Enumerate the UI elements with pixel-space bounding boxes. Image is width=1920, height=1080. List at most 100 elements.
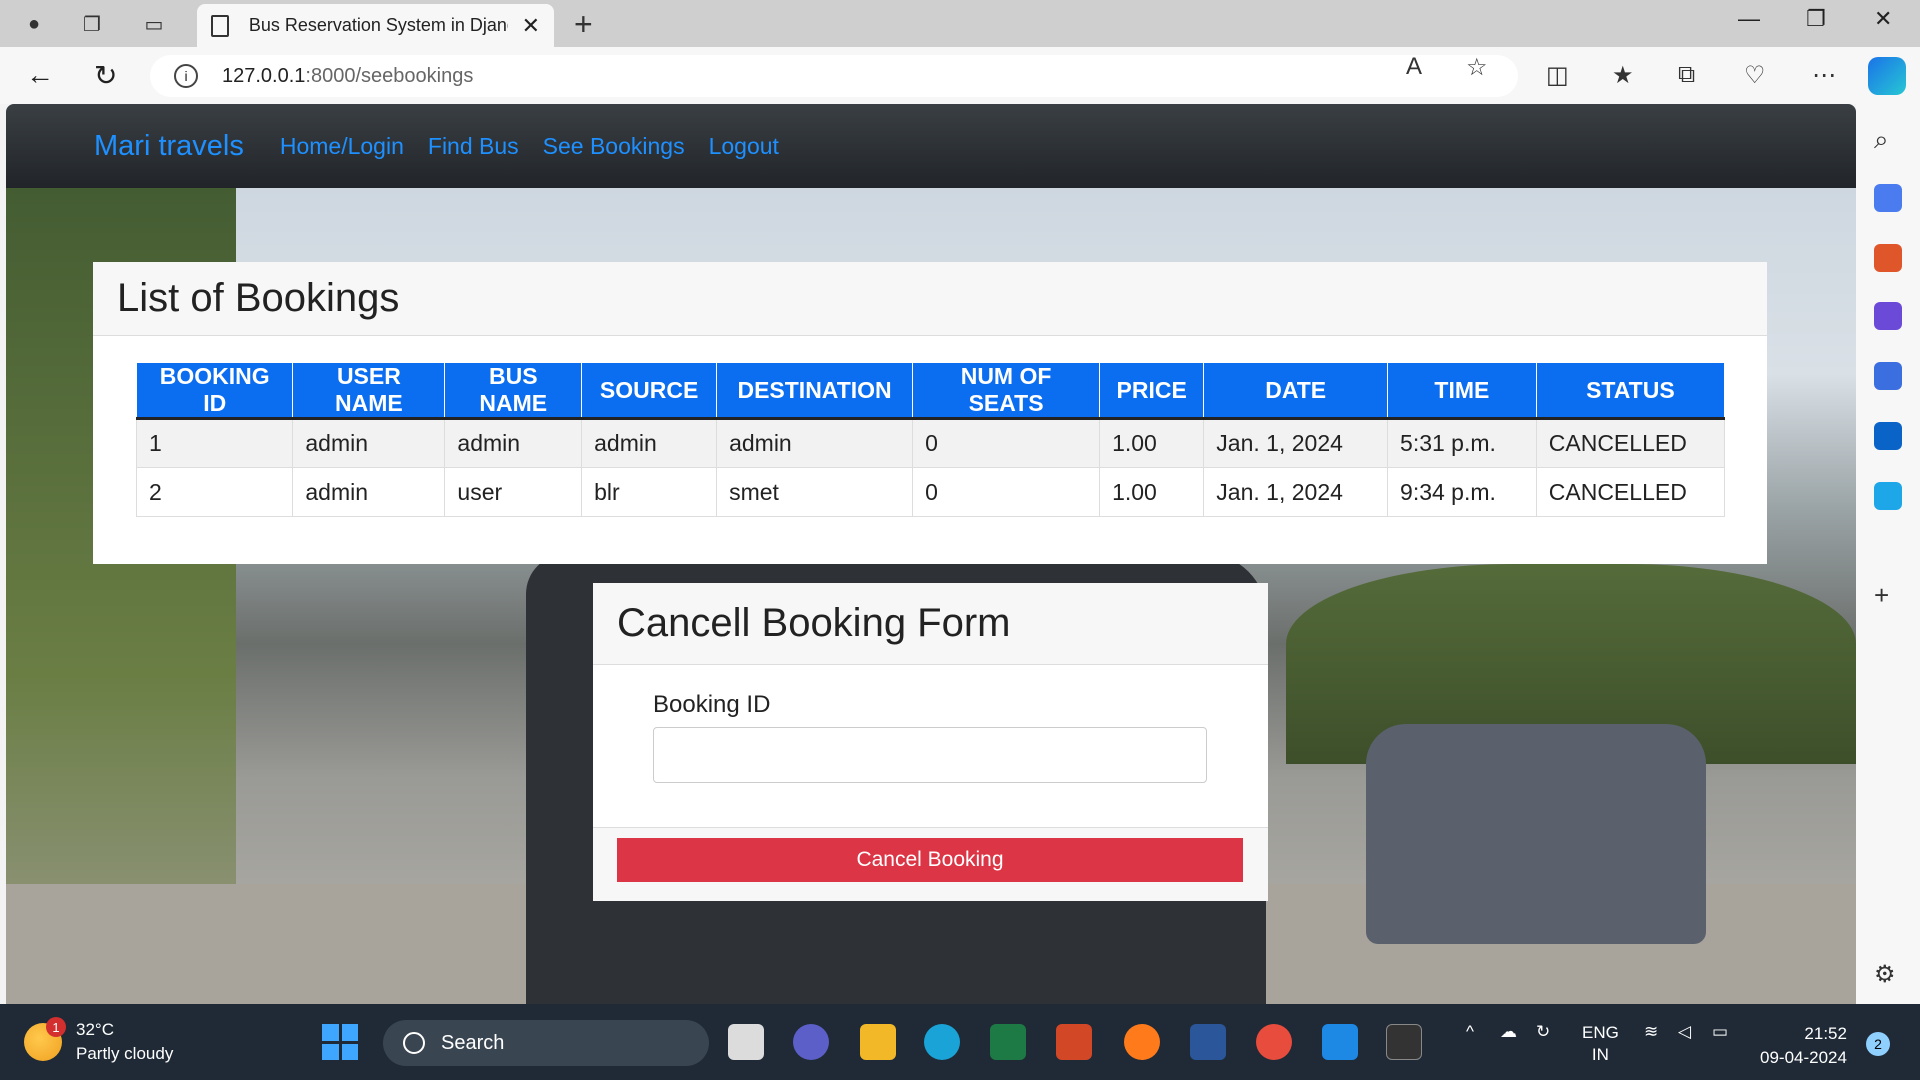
teams-icon[interactable]: [793, 1024, 829, 1060]
cell-date: Jan. 1, 2024: [1203, 467, 1389, 517]
copilot-icon[interactable]: [1868, 57, 1906, 95]
edge-icon[interactable]: [924, 1024, 960, 1060]
search-icon[interactable]: ⌕: [1874, 124, 1902, 154]
workspaces-icon[interactable]: ❐: [76, 8, 108, 40]
refresh-icon[interactable]: ↻: [94, 59, 117, 92]
favorite-star-icon[interactable]: ☆: [1466, 53, 1488, 82]
show-hidden-icons-icon[interactable]: ^: [1466, 1022, 1474, 1042]
firefox-icon[interactable]: [1124, 1024, 1160, 1060]
address-toolbar: ← ↻ i 127.0.0.1:8000/seebookings A ☆ ◫ ★…: [0, 47, 1920, 104]
nav-find-bus[interactable]: Find Bus: [428, 133, 519, 160]
cell-price: 1.00: [1099, 418, 1205, 468]
volume-icon[interactable]: ◁: [1678, 1022, 1691, 1042]
profile-icon[interactable]: ●: [18, 8, 50, 40]
file-explorer-icon[interactable]: [860, 1024, 896, 1060]
search-icon: [403, 1032, 425, 1054]
chrome-icon[interactable]: [1256, 1024, 1292, 1060]
cell-user-name: admin: [292, 418, 446, 468]
column-header: DATE: [1203, 362, 1389, 420]
bookings-card-header: List of Bookings: [93, 262, 1767, 336]
brand-link[interactable]: Mari travels: [94, 130, 244, 163]
split-screen-icon[interactable]: ◫: [1546, 61, 1569, 90]
taskbar-search-label: Search: [441, 1031, 505, 1054]
collections-icon[interactable]: ⧉: [1678, 61, 1695, 89]
browser-sidebar: ⌕ + ⚙: [1856, 104, 1920, 1004]
cell-booking-id: 1: [135, 418, 294, 468]
cell-destination: smet: [716, 467, 914, 517]
language-indicator[interactable]: ENG IN: [1582, 1022, 1619, 1066]
windows-taskbar: 1 32°C Partly cloudy Search ^ ☁ ↻ ENG IN…: [0, 1004, 1920, 1080]
clock-time: 21:52: [1804, 1024, 1847, 1043]
cell-price: 1.00: [1099, 467, 1205, 517]
back-icon[interactable]: ←: [26, 59, 54, 91]
cancel-card-footer: Cancel Booking: [593, 827, 1268, 901]
more-options-icon[interactable]: ⋯: [1812, 61, 1836, 90]
cell-time: 5:31 p.m.: [1387, 418, 1537, 468]
notification-badge[interactable]: 2: [1866, 1032, 1890, 1056]
column-header: SOURCE: [581, 362, 718, 420]
bookings-card: List of Bookings BOOKING ID USER NAME BU…: [93, 262, 1767, 564]
drop-icon[interactable]: [1874, 482, 1902, 510]
tools-icon[interactable]: [1874, 244, 1902, 272]
close-window-icon[interactable]: ✕: [1874, 6, 1892, 32]
site-navbar: Mari travels Home/Login Find Bus See Boo…: [6, 104, 1856, 188]
weather-temp: 32°C: [76, 1020, 114, 1039]
task-view-icon[interactable]: [728, 1024, 764, 1060]
terminal-icon[interactable]: [1386, 1024, 1422, 1060]
table-row: 2 admin user blr smet 0 1.00 Jan. 1, 202…: [135, 467, 1726, 517]
minimize-icon[interactable]: —: [1738, 6, 1760, 32]
outlook-icon[interactable]: [1874, 422, 1902, 450]
browser-essentials-icon[interactable]: ♡: [1744, 61, 1766, 90]
nav-logout[interactable]: Logout: [709, 133, 779, 160]
sidebar-settings-icon[interactable]: ⚙: [1874, 960, 1902, 988]
vscode-icon[interactable]: [1322, 1024, 1358, 1060]
start-icon[interactable]: [322, 1024, 358, 1060]
clock-date: 09-04-2024: [1760, 1048, 1847, 1067]
microsoft-365-icon[interactable]: [1874, 362, 1902, 390]
tab-actions-icon[interactable]: ▭: [138, 8, 170, 40]
shopping-icon[interactable]: [1874, 184, 1902, 212]
weather-icon: 1: [24, 1017, 66, 1061]
cell-status: CANCELLED: [1535, 418, 1726, 468]
excel-icon[interactable]: [990, 1024, 1026, 1060]
read-aloud-icon[interactable]: A: [1406, 53, 1422, 81]
battery-icon[interactable]: ▭: [1712, 1022, 1728, 1042]
taskbar-search[interactable]: Search: [383, 1020, 709, 1066]
column-header: BOOKING ID: [135, 362, 294, 420]
onedrive-icon[interactable]: ☁: [1500, 1022, 1517, 1042]
cell-booking-id: 2: [135, 467, 294, 517]
url-field[interactable]: i 127.0.0.1:8000/seebookings: [150, 55, 1518, 97]
bookings-table: BOOKING ID USER NAME BUS NAME SOURCE DES…: [135, 362, 1726, 517]
browser-tab[interactable]: Bus Reservation System in Django ✕: [197, 4, 554, 47]
sync-icon[interactable]: ↻: [1536, 1022, 1550, 1042]
browser-tab-bar: ● ❐ ▭ Bus Reservation System in Django ✕…: [0, 0, 1920, 47]
table-row: 1 admin admin admin admin 0 1.00 Jan. 1,…: [135, 418, 1726, 468]
add-sidebar-app-icon[interactable]: +: [1874, 580, 1902, 610]
close-tab-icon[interactable]: ✕: [522, 13, 540, 39]
url-host: 127.0.0.1: [222, 64, 306, 87]
site-info-icon[interactable]: i: [174, 64, 198, 88]
wifi-icon[interactable]: ≋: [1644, 1022, 1658, 1042]
cell-num-seats: 0: [912, 418, 1101, 468]
nav-home-login[interactable]: Home/Login: [280, 133, 404, 160]
booking-id-label: Booking ID: [653, 691, 771, 718]
word-icon[interactable]: [1190, 1024, 1226, 1060]
clock[interactable]: 21:52 09-04-2024: [1760, 1022, 1847, 1070]
url-path: :8000/seebookings: [305, 64, 474, 87]
page-icon: [211, 14, 229, 37]
nav-see-bookings[interactable]: See Bookings: [543, 133, 685, 160]
favorites-icon[interactable]: ★: [1612, 61, 1634, 90]
weather-widget[interactable]: 1 32°C Partly cloudy: [24, 1017, 173, 1066]
restore-icon[interactable]: ❐: [1806, 6, 1826, 32]
cancel-booking-card: Cancell Booking Form Booking ID Cancel B…: [593, 583, 1268, 901]
new-tab-icon[interactable]: +: [574, 6, 593, 43]
column-header: USER NAME: [292, 362, 446, 420]
cancel-booking-button[interactable]: Cancel Booking: [617, 838, 1243, 882]
powerpoint-icon[interactable]: [1056, 1024, 1092, 1060]
cancel-form-title: Cancell Booking Form: [617, 601, 1011, 645]
booking-id-input[interactable]: [653, 727, 1207, 783]
games-icon[interactable]: [1874, 302, 1902, 330]
language-code: ENG: [1582, 1023, 1619, 1042]
cell-bus-name: admin: [444, 418, 583, 468]
cell-time: 9:34 p.m.: [1387, 467, 1537, 517]
